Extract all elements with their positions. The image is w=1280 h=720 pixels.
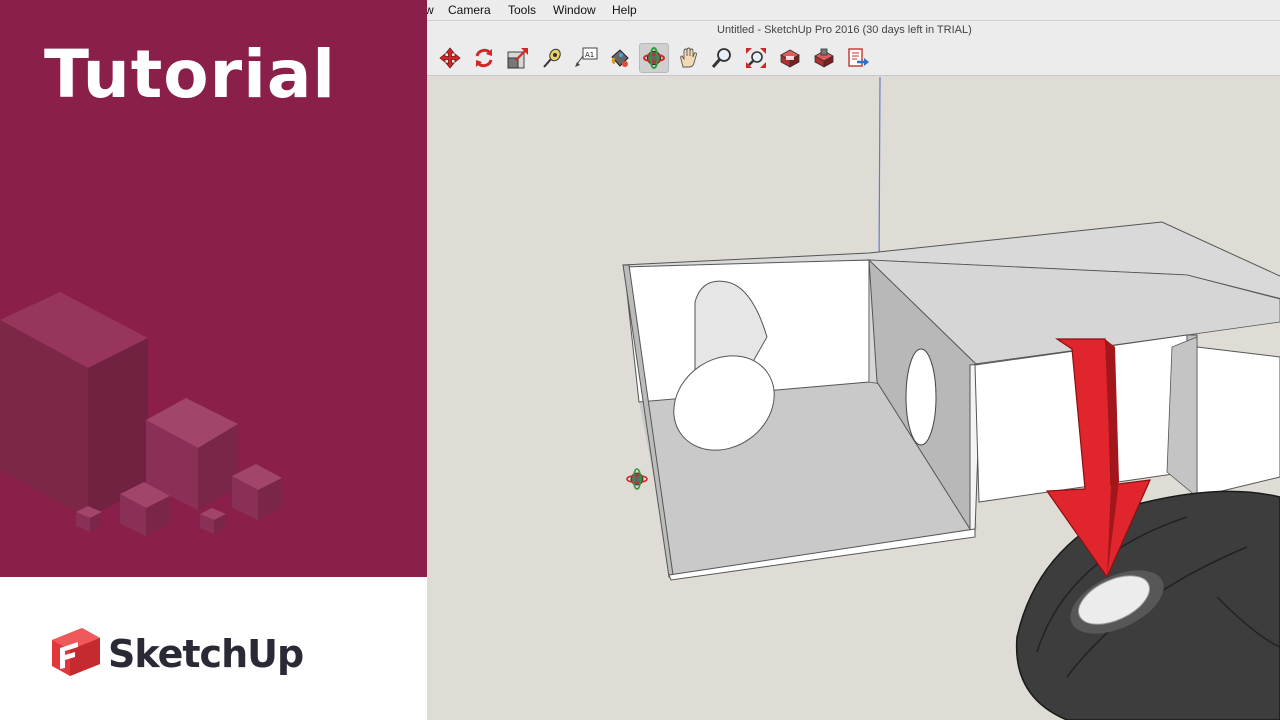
menu-camera[interactable]: Camera xyxy=(448,3,491,17)
pan-icon xyxy=(680,47,697,68)
text-tool-button[interactable]: A1 xyxy=(571,43,601,73)
right-notch-inner xyxy=(1166,336,1198,498)
zoom-icon xyxy=(711,48,731,68)
warehouse-icon xyxy=(780,49,800,68)
move-tool-button[interactable] xyxy=(435,43,465,73)
rotate-tool-button[interactable] xyxy=(469,43,499,73)
text-label-icon: A1 xyxy=(575,47,598,67)
sketchup-logo-icon xyxy=(52,628,100,676)
send-to-layout-tool-button[interactable] xyxy=(843,43,873,73)
tape-measure-tool-button[interactable] xyxy=(537,43,567,73)
right-section-end xyxy=(1196,346,1280,498)
sketchup-wordmark: SketchUp xyxy=(108,632,304,676)
menu-tools[interactable]: Tools xyxy=(508,3,536,17)
title-bar: Untitled - SketchUp Pro 2016 (30 days le… xyxy=(427,21,1280,40)
zoom-extents-icon xyxy=(746,48,766,68)
3d-warehouse-tool-button[interactable] xyxy=(775,43,805,73)
drawing-viewport[interactable] xyxy=(427,77,1280,720)
window-title: Untitled - SketchUp Pro 2016 (30 days le… xyxy=(717,24,972,36)
zoom-tool-button[interactable] xyxy=(707,43,737,73)
orbit-tool-button[interactable] xyxy=(639,43,669,73)
paint-bucket-tool-button[interactable] xyxy=(605,43,635,73)
decorative-cubes-icon xyxy=(0,292,282,536)
model-scene xyxy=(622,77,1280,720)
paint-bucket-icon xyxy=(611,49,629,67)
extension-warehouse-tool-button[interactable] xyxy=(809,43,839,73)
rotate-icon xyxy=(475,48,493,68)
menu-help[interactable]: Help xyxy=(612,3,637,17)
move-icon xyxy=(439,47,461,69)
tape-measure-icon xyxy=(543,48,561,68)
svg-text:A1: A1 xyxy=(585,51,594,59)
send-to-layout-icon xyxy=(848,48,869,67)
zoom-extents-tool-button[interactable] xyxy=(741,43,771,73)
menu-bar: w Camera Tools Window Help xyxy=(427,0,1280,21)
tutorial-heading: Tutorial xyxy=(44,36,336,113)
large-tool-set-toolbar: A1 xyxy=(427,40,1280,76)
divider-hole xyxy=(905,348,937,446)
sketchup-window: w Camera Tools Window Help Untitled - Sk… xyxy=(427,0,1280,720)
mouse-icon xyxy=(1015,490,1280,720)
scale-icon xyxy=(507,48,528,69)
menu-view[interactable]: w xyxy=(427,3,434,17)
scale-tool-button[interactable] xyxy=(503,43,533,73)
menu-window[interactable]: Window xyxy=(553,3,596,17)
pan-tool-button[interactable] xyxy=(673,43,703,73)
branding-header: Tutorial xyxy=(0,0,427,577)
orbit-icon xyxy=(643,47,665,69)
extension-warehouse-icon xyxy=(814,48,834,68)
branding-panel: Tutorial SketchUp xyxy=(0,0,427,720)
orbit-cursor-icon xyxy=(626,468,648,490)
